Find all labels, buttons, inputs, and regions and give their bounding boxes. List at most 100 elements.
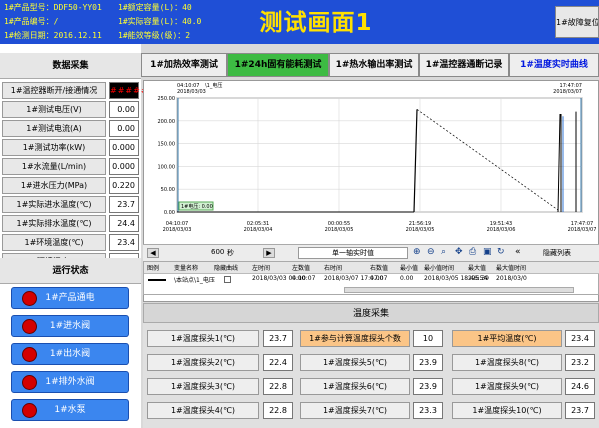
- y-tick-label: 250.00: [158, 96, 176, 102]
- measurement-row: 1#测试功率(kW) 0.000: [0, 138, 141, 157]
- temperature-value: 23.7: [263, 330, 293, 347]
- legend-cell: 0.00: [370, 275, 384, 282]
- temperature-value: 22.8: [263, 378, 293, 395]
- status-lamp-icon: [22, 403, 37, 418]
- measurement-row: 1#环境温度(℃) 23.4: [0, 233, 141, 252]
- y-tick-label: 0.00: [164, 210, 175, 216]
- product-number: 1#产品编号：/: [4, 17, 59, 26]
- cursor-left-series: \1_电压: [205, 82, 222, 89]
- legend-cell: 2018/03/03 04:10:07: [252, 275, 316, 282]
- y-tick-label: 150.00: [158, 142, 176, 148]
- legend-header-cell: 左时间: [252, 265, 271, 272]
- measurement-row: 1#实际排水温度(℃) 24.4: [0, 214, 141, 233]
- print-icon[interactable]: ⎙: [469, 247, 476, 257]
- legend-header-cell: 左数值: [292, 265, 311, 272]
- pan-icon[interactable]: ✥: [455, 247, 463, 257]
- legend-header-cell: 最大值: [468, 265, 487, 272]
- legend-cell: 225.39: [468, 275, 489, 282]
- fault-reset-button[interactable]: 1#故障复位: [555, 6, 599, 38]
- measurement-value: 0.00: [109, 101, 139, 118]
- legend-header-cell: 右时间: [324, 265, 343, 272]
- temperature-label: 1#平均温度(℃): [452, 330, 562, 347]
- x-tick-date: 2018/03/05: [406, 227, 435, 233]
- temperature-panel-title: 温度采集: [143, 303, 599, 323]
- legend-header-cell: 隐藏曲线: [214, 265, 239, 272]
- tab[interactable]: 1#加热效率测试: [141, 53, 227, 77]
- legend-header-cell: 最小值: [400, 265, 419, 272]
- scroll-left-icon[interactable]: ◀: [147, 248, 159, 258]
- legend-header-cell: 图例: [147, 265, 160, 272]
- measurement-row: 1#温控器断开/接通情况 #####: [0, 81, 148, 100]
- hide-list-button[interactable]: 隐藏列表: [543, 248, 571, 258]
- status-lamp-icon: [22, 347, 37, 362]
- tab[interactable]: 1#热水输出率测试: [329, 53, 419, 77]
- x-tick-date: 2018/03/07: [568, 227, 597, 233]
- legend-scrollbar[interactable]: [344, 287, 574, 293]
- temperature-label: 1#温度探头6(℃): [300, 378, 410, 395]
- measurement-row: 1#测试电压(V) 0.00: [0, 100, 141, 119]
- temperature-label: 1#温度探头1(℃): [147, 330, 259, 347]
- legend-header: 图例 变量名称 隐藏曲线 左时间 左数值 右时间 右数值 最小值 最小值时间 最大值 最大值时间: [144, 262, 599, 274]
- efficiency-grade: 1#能效等级(级)：2: [118, 31, 191, 40]
- y-tick-label: 50.00: [161, 187, 175, 193]
- status-indicator[interactable]: 1#进水阀: [11, 315, 129, 337]
- status-indicator[interactable]: 1#产品通电: [11, 287, 129, 309]
- tab[interactable]: 1#温控器通断记录: [419, 53, 509, 77]
- temperature-label: 1#温度探头4(℃): [147, 402, 259, 419]
- legend-cell: 0.00: [400, 275, 414, 282]
- temperature-value: 24.6: [565, 378, 595, 395]
- tab[interactable]: 1#24h固有能耗测试: [227, 53, 329, 77]
- data-panel-title: 数据采集: [0, 53, 141, 79]
- axis-mode-select[interactable]: 单一轴实时值: [298, 247, 408, 259]
- legend-header-cell: 变量名称: [174, 265, 199, 272]
- temperature-value: 22.8: [263, 402, 293, 419]
- zoom-out-icon[interactable]: ⊖: [427, 247, 435, 257]
- actual-capacity: 1#实际容量(L)：40.0: [118, 17, 202, 26]
- legend-header-cell: 最小值时间: [424, 265, 455, 272]
- span-value[interactable]: 600: [211, 248, 224, 256]
- scroll-right-icon[interactable]: ▶: [263, 248, 275, 258]
- status-indicator[interactable]: 1#排外水阀: [11, 371, 129, 393]
- cursor-right-date: 2018/03/07: [553, 89, 582, 95]
- measurement-value: 24.4: [109, 215, 139, 232]
- x-tick-date: 2018/03/04: [244, 227, 273, 233]
- plot-frame: [176, 97, 583, 213]
- measurement-value: 0.000: [109, 139, 139, 156]
- measurement-label: 1#温控器断开/接通情况: [2, 82, 106, 99]
- tab[interactable]: 1#温度实时曲线: [509, 53, 599, 77]
- temperature-value: 10: [413, 330, 443, 347]
- status-indicator[interactable]: 1#水泵: [11, 399, 129, 421]
- temperature-value: 23.2: [565, 354, 595, 371]
- status-lamp-icon: [22, 319, 37, 334]
- status-label: 1#排外水阀: [45, 377, 95, 387]
- temperature-label: 1#温度探头2(℃): [147, 354, 259, 371]
- measurement-label: 1#实际进水温度(℃): [2, 196, 106, 213]
- measurement-label: 1#实际排水温度(℃): [2, 215, 106, 232]
- legend-row[interactable]: \本站点\1_电压 2018/03/03 04:10:07 0.00 2018/03/…: [144, 274, 599, 286]
- status-label: 1#产品通电: [45, 293, 95, 303]
- cursor-left-date: 2018/03/03: [177, 89, 206, 95]
- chevron-double-left-icon[interactable]: «: [515, 247, 521, 257]
- hide-curve-checkbox[interactable]: [224, 276, 231, 283]
- header-bar: 1#产品型号：DDF50-YY01 1#产品编号：/ 1#检测日期：2016.1…: [0, 0, 599, 44]
- search-icon[interactable]: ⌕: [441, 247, 446, 257]
- temperature-value: 23.3: [413, 402, 443, 419]
- refresh-icon[interactable]: ↻: [497, 247, 505, 257]
- temperature-label: 1#温度探头9(℃): [452, 378, 562, 395]
- measurement-row: 1#进水压力(MPa) 0.220: [0, 176, 141, 195]
- span-unit: 秒: [227, 249, 234, 257]
- legend-table: 图例 变量名称 隐藏曲线 左时间 左数值 右时间 右数值 最小值 最小值时间 最大值 最大值时间 \…: [143, 261, 599, 295]
- x-tick-date: 2018/03/06: [487, 227, 516, 233]
- measurement-value: 0.000: [109, 158, 139, 175]
- test-date: 1#检测日期：2016.12.11: [4, 31, 102, 40]
- temperature-label: 1#温度探头8(℃): [452, 354, 562, 371]
- save-icon[interactable]: ▣: [483, 247, 492, 257]
- status-label: 1#水泵: [54, 405, 86, 415]
- page-title: 测试画面1: [259, 10, 373, 36]
- legend-header-cell: 最大值时间: [496, 265, 527, 272]
- zoom-in-icon[interactable]: ⊕: [413, 247, 421, 257]
- measurement-row: 1#实际进水温度(℃) 23.7: [0, 195, 141, 214]
- measurement-row: 1#测试电流(A) 0.00: [0, 119, 141, 138]
- status-indicator[interactable]: 1#出水阀: [11, 343, 129, 365]
- x-tick-date: 2018/03/05: [325, 227, 354, 233]
